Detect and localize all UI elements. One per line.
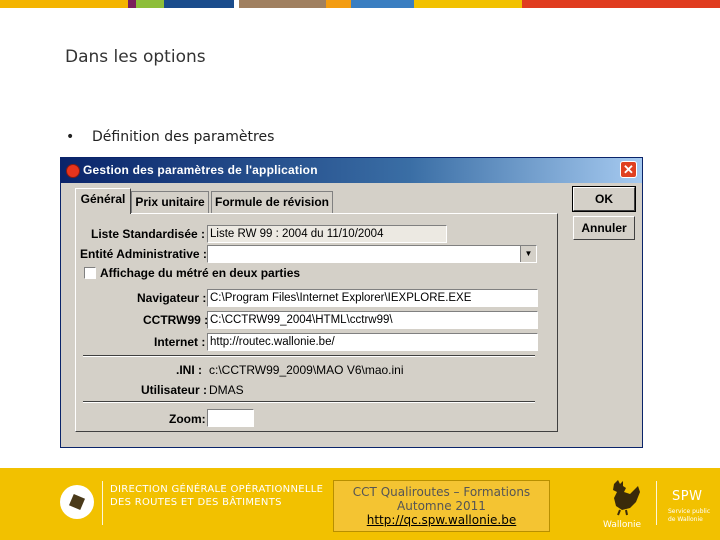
tab-general[interactable]: Général xyxy=(75,188,131,214)
cct-line1: CCT Qualiroutes – Formations xyxy=(352,485,531,499)
topbar-segment xyxy=(0,0,128,8)
separator xyxy=(83,401,535,403)
ok-button[interactable]: OK xyxy=(572,186,636,212)
dgo1-logo xyxy=(60,485,94,519)
topbar-segment xyxy=(351,0,414,8)
spw-sub1: Service public xyxy=(668,508,711,515)
utilisateur-label: Utilisateur : xyxy=(141,383,208,397)
cctrw99-label: CCTRW99 : xyxy=(143,313,209,327)
cct-info-box: CCT Qualiroutes – Formations Automne 201… xyxy=(333,480,550,532)
navigateur-label: Navigateur : xyxy=(137,291,207,305)
chevron-down-icon[interactable]: ▼ xyxy=(520,246,536,262)
dialog-titlebar[interactable]: Gestion des paramètres de l'application … xyxy=(61,158,642,183)
bullet-point: • xyxy=(66,129,75,145)
cct-link[interactable]: http://qc.spw.wallonie.be xyxy=(334,513,549,527)
entite-administrative-label: Entité Administrative : xyxy=(80,247,207,261)
wallonie-label: Wallonie xyxy=(603,520,642,530)
liste-standardisee-label: Liste Standardisée : xyxy=(91,227,206,241)
rooster-icon xyxy=(613,480,640,516)
topbar-segment xyxy=(136,0,164,8)
close-icon: ✕ xyxy=(623,162,634,177)
spw-logo-text: SPW xyxy=(672,489,703,504)
divider xyxy=(102,481,103,525)
internet-label: Internet : xyxy=(154,335,206,349)
navigateur-field[interactable]: C:\Program Files\Internet Explorer\IEXPL… xyxy=(207,289,538,307)
slide-title: Dans les options xyxy=(65,47,206,67)
affichage-label: Affichage du métré en deux parties xyxy=(100,266,301,280)
zoom-label: Zoom: xyxy=(169,412,206,426)
affichage-checkbox[interactable] xyxy=(84,267,96,279)
dialog-title: Gestion des paramètres de l'application xyxy=(83,163,318,177)
topbar-segment xyxy=(239,0,326,8)
tab-formule-revision[interactable]: Formule de révision xyxy=(211,191,333,213)
settings-dialog: Gestion des paramètres de l'application … xyxy=(60,157,643,448)
spw-sub2: de Wallonie xyxy=(668,516,703,523)
dgo-line1: DIRECTION GÉNÉRALE OPÉRATIONNELLE xyxy=(110,484,324,495)
annuler-button[interactable]: Annuler xyxy=(573,216,635,240)
ini-label: .INI : xyxy=(176,363,202,377)
ini-value: c:\CCTRW99_2009\MAO V6\mao.ini xyxy=(209,363,404,377)
tab-prix-unitaire[interactable]: Prix unitaire xyxy=(131,191,209,213)
cct-line2: Automne 2011 xyxy=(397,499,486,513)
topbar-segment xyxy=(414,0,522,8)
close-button[interactable]: ✕ xyxy=(620,161,637,178)
spw-subtitle: Service public de Wallonie xyxy=(668,508,710,524)
dgo1-logo-mark xyxy=(69,494,85,510)
topbar-segment xyxy=(522,0,720,8)
dgo-text: DIRECTION GÉNÉRALE OPÉRATIONNELLE DES RO… xyxy=(110,483,323,509)
app-icon xyxy=(66,164,80,178)
zoom-field[interactable] xyxy=(207,409,254,427)
bullet-text: Définition des paramètres xyxy=(92,129,275,145)
entite-administrative-select[interactable]: ▼ xyxy=(207,245,537,263)
dgo-line2: DES ROUTES ET DES BÂTIMENTS xyxy=(110,497,282,508)
divider xyxy=(656,481,657,525)
topbar-segment xyxy=(326,0,351,8)
cctrw99-field[interactable]: C:\CCTRW99_2004\HTML\cctrw99\ xyxy=(207,311,538,329)
utilisateur-value: DMAS xyxy=(209,383,244,397)
separator xyxy=(83,355,535,357)
topbar-segment xyxy=(164,0,234,8)
topbar-segment xyxy=(128,0,136,8)
top-color-bar xyxy=(0,0,720,8)
liste-standardisee-field[interactable]: Liste RW 99 : 2004 du 11/10/2004 xyxy=(207,225,447,243)
internet-field[interactable]: http://routec.wallonie.be/ xyxy=(207,333,538,351)
